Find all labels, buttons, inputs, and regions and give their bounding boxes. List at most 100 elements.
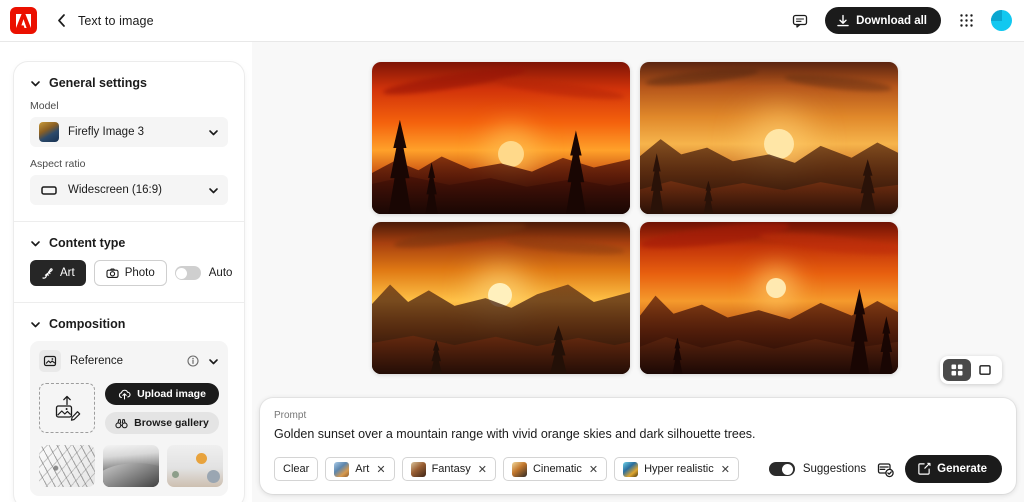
chevron-down-icon (208, 185, 219, 196)
single-view-icon[interactable] (971, 359, 999, 381)
content-type-header[interactable]: Content type (30, 236, 228, 250)
generated-image-3[interactable] (372, 222, 630, 374)
generated-image-4[interactable] (640, 222, 898, 374)
style-chip-hyper-realistic-label: Hyper realistic (644, 463, 714, 475)
back-button[interactable] (53, 13, 69, 29)
upload-image-button[interactable]: Upload image (105, 383, 219, 405)
style-chip-fantasy-label: Fantasy (431, 463, 471, 475)
prompt-input[interactable]: Golden sunset over a mountain range with… (274, 427, 1002, 441)
page-title: Text to image (78, 13, 154, 28)
reference-header[interactable]: Reference (39, 350, 219, 372)
download-all-button[interactable]: Download all (825, 7, 941, 34)
suggestions-group: Suggestions (768, 462, 867, 476)
upload-image-label: Upload image (137, 388, 206, 400)
prompt-bar: Prompt Golden sunset over a mountain ran… (260, 398, 1016, 494)
gallery-thumb-living-room[interactable] (167, 445, 223, 487)
model-label: Model (30, 100, 59, 112)
composition-header[interactable]: Composition (30, 317, 228, 331)
style-chip-cinematic-label: Cinematic (532, 463, 582, 475)
clear-button[interactable]: Clear (274, 457, 319, 481)
content-type-photo-button[interactable]: Photo (93, 260, 167, 286)
download-all-label: Download all (856, 14, 927, 27)
suggestions-toggle[interactable] (768, 462, 795, 476)
close-icon[interactable]: ✕ (376, 463, 385, 476)
style-thumb-fantasy (410, 461, 426, 477)
widescreen-icon (39, 180, 59, 200)
content-type-art-button[interactable]: Art (30, 260, 86, 286)
gallery-thumb-bird-sketch[interactable] (39, 445, 95, 487)
adobe-logo[interactable] (10, 7, 37, 34)
chevron-down-icon (30, 238, 41, 249)
gallery-thumb-dunes[interactable] (103, 445, 159, 487)
grid-view-icon[interactable] (943, 359, 971, 381)
reference-image-icon (39, 350, 61, 372)
close-icon[interactable]: ✕ (478, 463, 487, 476)
camera-icon (106, 267, 119, 280)
sparkle-export-icon (917, 462, 931, 476)
close-icon[interactable]: ✕ (589, 463, 598, 476)
content-type-photo-label: Photo (124, 267, 155, 279)
brush-icon (41, 267, 54, 280)
info-icon[interactable] (187, 355, 199, 367)
section-composition: Composition Reference Upload image Brows… (14, 302, 244, 502)
model-thumbnail (39, 122, 59, 142)
download-icon (836, 14, 850, 28)
user-avatar[interactable] (991, 10, 1012, 31)
style-chip-cinematic[interactable]: Cinematic ✕ (502, 457, 608, 481)
auto-label: Auto (208, 267, 233, 279)
style-chip-fantasy[interactable]: Fantasy ✕ (401, 457, 496, 481)
browse-gallery-label: Browse gallery (134, 417, 209, 429)
close-icon[interactable]: ✕ (721, 463, 730, 476)
cloud-upload-icon (118, 388, 131, 401)
generate-button[interactable]: Generate (905, 455, 1002, 483)
aspect-ratio-value: Widescreen (16:9) (68, 184, 162, 196)
binoculars-icon (115, 417, 128, 430)
section-general-settings: General settings Model Firefly Image 3 A… (14, 62, 244, 221)
content-type-options: Art Photo Auto (30, 260, 232, 286)
style-chip-art-label: Art (355, 463, 370, 475)
style-thumb-hyper-realistic (623, 461, 639, 477)
header-actions: Download all (789, 7, 1024, 34)
prompt-label: Prompt (274, 410, 307, 421)
style-chip-art[interactable]: Art ✕ (325, 457, 395, 481)
browse-gallery-button[interactable]: Browse gallery (105, 412, 219, 434)
style-thumb-cinematic (511, 461, 527, 477)
generated-image-grid (372, 62, 898, 374)
view-mode-toggle (940, 356, 1002, 384)
comment-icon[interactable] (789, 10, 811, 32)
generate-label: Generate (937, 463, 987, 475)
aspect-ratio-label: Aspect ratio (30, 158, 86, 170)
composition-title: Composition (49, 317, 126, 331)
prompt-chip-row: Clear Art ✕ Fantasy ✕ Cinematic ✕ Hyper … (274, 455, 1002, 483)
section-content-type: Content type Art Photo Auto (14, 221, 244, 302)
general-settings-title: General settings (49, 76, 147, 90)
general-settings-header[interactable]: General settings (30, 76, 228, 90)
reference-card: Reference Upload image Browse gallery (30, 341, 228, 496)
style-chip-hyper-realistic[interactable]: Hyper realistic ✕ (614, 457, 739, 481)
auto-toggle[interactable] (174, 266, 201, 280)
auto-toggle-group: Auto (174, 266, 233, 280)
content-type-art-label: Art (60, 267, 75, 279)
reference-label: Reference (70, 355, 124, 367)
app-grid-icon[interactable] (955, 10, 977, 32)
settings-sidebar: General settings Model Firefly Image 3 A… (14, 62, 244, 502)
content-type-title: Content type (49, 236, 126, 250)
chevron-down-icon (30, 78, 41, 89)
gallery-thumbnails (39, 445, 223, 487)
app-header: Text to image Download all (0, 0, 1024, 42)
model-value: Firefly Image 3 (68, 126, 145, 138)
generated-image-2[interactable] (640, 62, 898, 214)
image-check-icon[interactable] (877, 461, 894, 478)
chevron-down-icon (208, 127, 219, 138)
model-select[interactable]: Firefly Image 3 (30, 117, 228, 147)
style-thumb-art (334, 461, 350, 477)
clear-label: Clear (283, 463, 310, 475)
reference-upload-row: Upload image Browse gallery (39, 383, 219, 434)
prompt-actions: Suggestions Generate (768, 455, 1002, 483)
chevron-down-icon (30, 319, 41, 330)
image-dropzone[interactable] (39, 383, 95, 433)
suggestions-label: Suggestions (802, 463, 867, 475)
generated-image-1[interactable] (372, 62, 630, 214)
aspect-ratio-select[interactable]: Widescreen (16:9) (30, 175, 228, 205)
chevron-down-icon[interactable] (208, 356, 219, 367)
